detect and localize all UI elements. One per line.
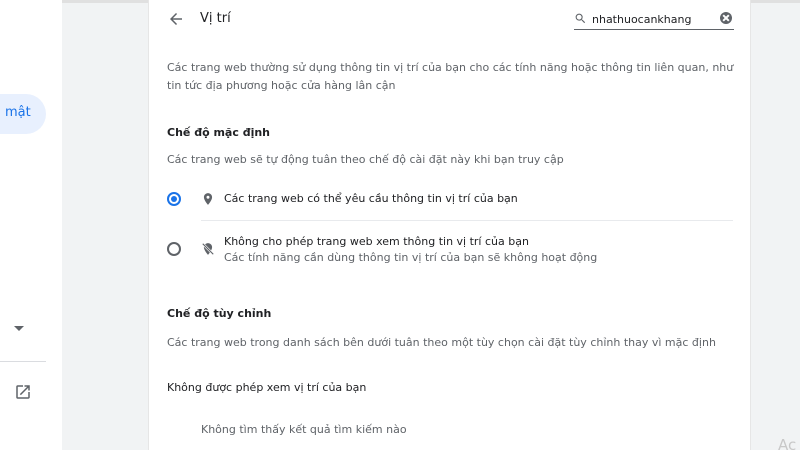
sidebar-item-active[interactable]: mật bbox=[0, 94, 46, 134]
default-behavior-description: Các trang web sẽ tự động tuân theo chế đ… bbox=[167, 153, 564, 166]
blocked-sites-heading: Không được phép xem vị trí của bạn bbox=[167, 381, 367, 394]
sidebar-divider bbox=[0, 361, 46, 362]
option-allow-ask-label[interactable]: Các trang web có thể yêu cầu thông tin v… bbox=[224, 192, 518, 205]
location-description: Các trang web thường sử dụng thông tin v… bbox=[167, 61, 734, 92]
custom-behavior-heading: Chế độ tùy chỉnh bbox=[167, 307, 272, 320]
location-off-icon bbox=[201, 242, 215, 256]
radio-allow-ask[interactable] bbox=[167, 192, 181, 206]
option-block-sublabel: Các tính năng cần dùng thông tin vị trí … bbox=[224, 251, 598, 264]
settings-card: Vị trí Các trang web thường sử dụng thôn… bbox=[148, 0, 751, 450]
option-divider bbox=[201, 220, 733, 221]
clear-icon[interactable] bbox=[720, 12, 732, 24]
sidebar: mật bbox=[0, 0, 62, 450]
open-in-new-icon[interactable] bbox=[14, 383, 32, 401]
search-icon bbox=[575, 13, 586, 24]
no-results-message: Không tìm thấy kết quả tìm kiếm nào bbox=[201, 423, 407, 436]
caret-down-icon[interactable] bbox=[14, 326, 24, 331]
option-block-label[interactable]: Không cho phép trang web xem thông tin v… bbox=[224, 235, 529, 248]
activation-watermark: Ac bbox=[778, 436, 797, 450]
search-box[interactable] bbox=[574, 8, 734, 30]
arrow-back-icon[interactable] bbox=[167, 10, 185, 28]
sidebar-item-label: mật bbox=[5, 105, 31, 120]
custom-behavior-description: Các trang web trong danh sách bên dưới t… bbox=[167, 336, 716, 349]
page-title: Vị trí bbox=[200, 11, 231, 26]
settings-shell: Vị trí Các trang web thường sử dụng thôn… bbox=[62, 0, 800, 450]
location-pin-icon bbox=[203, 193, 213, 205]
default-behavior-heading: Chế độ mặc định bbox=[167, 126, 270, 139]
radio-block[interactable] bbox=[167, 242, 181, 256]
search-input[interactable] bbox=[592, 9, 707, 29]
